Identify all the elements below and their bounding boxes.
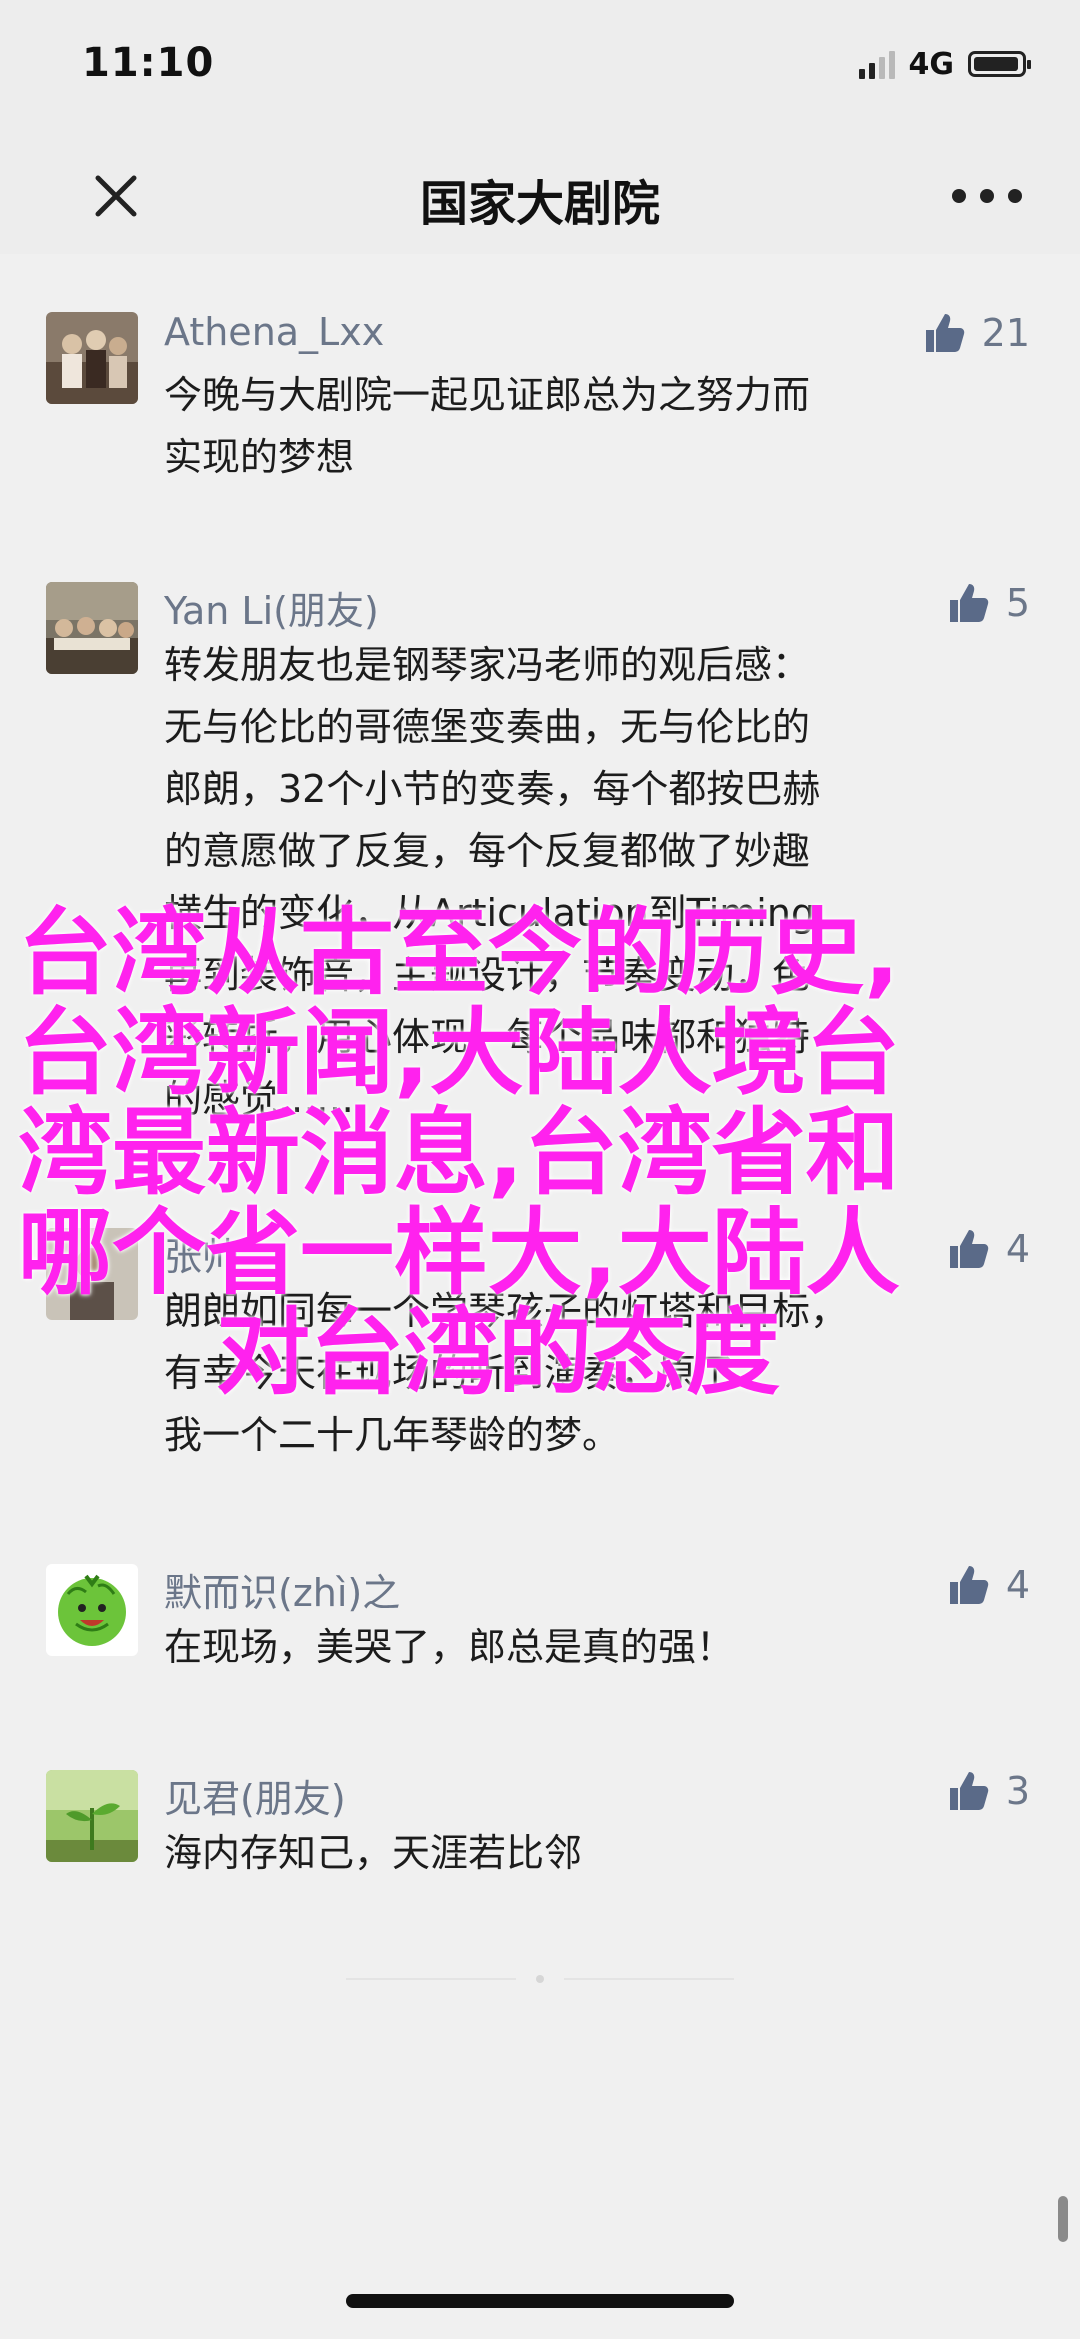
comment-text: 在现场，美哭了，郎总是真的强！ <box>164 1625 735 1669</box>
home-indicator[interactable] <box>346 2294 734 2308</box>
comment-author[interactable]: Yan Li(朋友) <box>164 580 379 635</box>
thumbs-up-icon <box>949 1230 989 1268</box>
like-button[interactable]: 4 <box>946 1226 1030 1272</box>
status-time: 11:10 <box>82 40 215 86</box>
end-divider-dot <box>536 1975 544 1983</box>
like-count: 5 <box>1005 581 1030 625</box>
scrollbar[interactable] <box>1058 2196 1068 2242</box>
like-button[interactable]: 4 <box>946 1562 1030 1608</box>
avatar[interactable] <box>46 312 138 404</box>
like-button[interactable]: 5 <box>946 580 1030 626</box>
signal-icon <box>858 49 895 79</box>
end-divider-right <box>564 1978 734 1980</box>
avatar[interactable] <box>46 582 138 674</box>
nav-bar: 国家大剧院 <box>0 134 1080 254</box>
thumbs-up-icon <box>949 584 989 622</box>
avatar[interactable] <box>46 1228 138 1320</box>
comment-author[interactable]: 见君(朋友) <box>164 1768 346 1823</box>
status-bar: 11:10 4G <box>0 0 1080 134</box>
comment-text: 海内存知己，天涯若比邻 <box>164 1831 583 1875</box>
thumbs-up-icon <box>925 314 964 352</box>
like-count: 4 <box>1005 1227 1030 1271</box>
comment-author[interactable]: 默而识(zhì)之 <box>164 1562 400 1617</box>
network-label: 4G <box>908 46 955 82</box>
thumbs-up-icon <box>949 1566 989 1604</box>
like-count: 3 <box>1005 1769 1030 1813</box>
comment-text: 朗朗如同每一个学琴孩子的灯塔和目标， 有幸今天在现场的听到演奏，原了 我一个二十… <box>164 1289 849 1457</box>
end-divider-left <box>346 1978 516 1980</box>
like-button[interactable]: 3 <box>946 1768 1030 1814</box>
comment-author[interactable]: 张帅 <box>164 1226 240 1281</box>
page-title: 国家大剧院 <box>419 176 660 232</box>
comment-text: 转发朋友也是钢琴家冯老师的观后感： 无与伦比的哥德堡变奏曲，无与伦比的 郎朗，3… <box>164 643 821 1121</box>
more-icon[interactable] <box>952 186 1022 206</box>
battery-icon <box>968 51 1031 77</box>
thumbs-up-icon <box>949 1772 989 1810</box>
status-icons: 4G <box>858 44 1031 84</box>
comment-author[interactable]: Athena_Lxx <box>164 310 384 354</box>
like-button[interactable]: 21 <box>922 310 1030 356</box>
like-count: 21 <box>981 311 1030 355</box>
plant-avatar[interactable] <box>46 1770 138 1862</box>
comment-text: 今晚与大剧院一起见证郎总为之努力而 实现的梦想 <box>164 373 811 479</box>
like-count: 4 <box>1005 1563 1030 1607</box>
watermelon-avatar[interactable] <box>46 1564 138 1656</box>
